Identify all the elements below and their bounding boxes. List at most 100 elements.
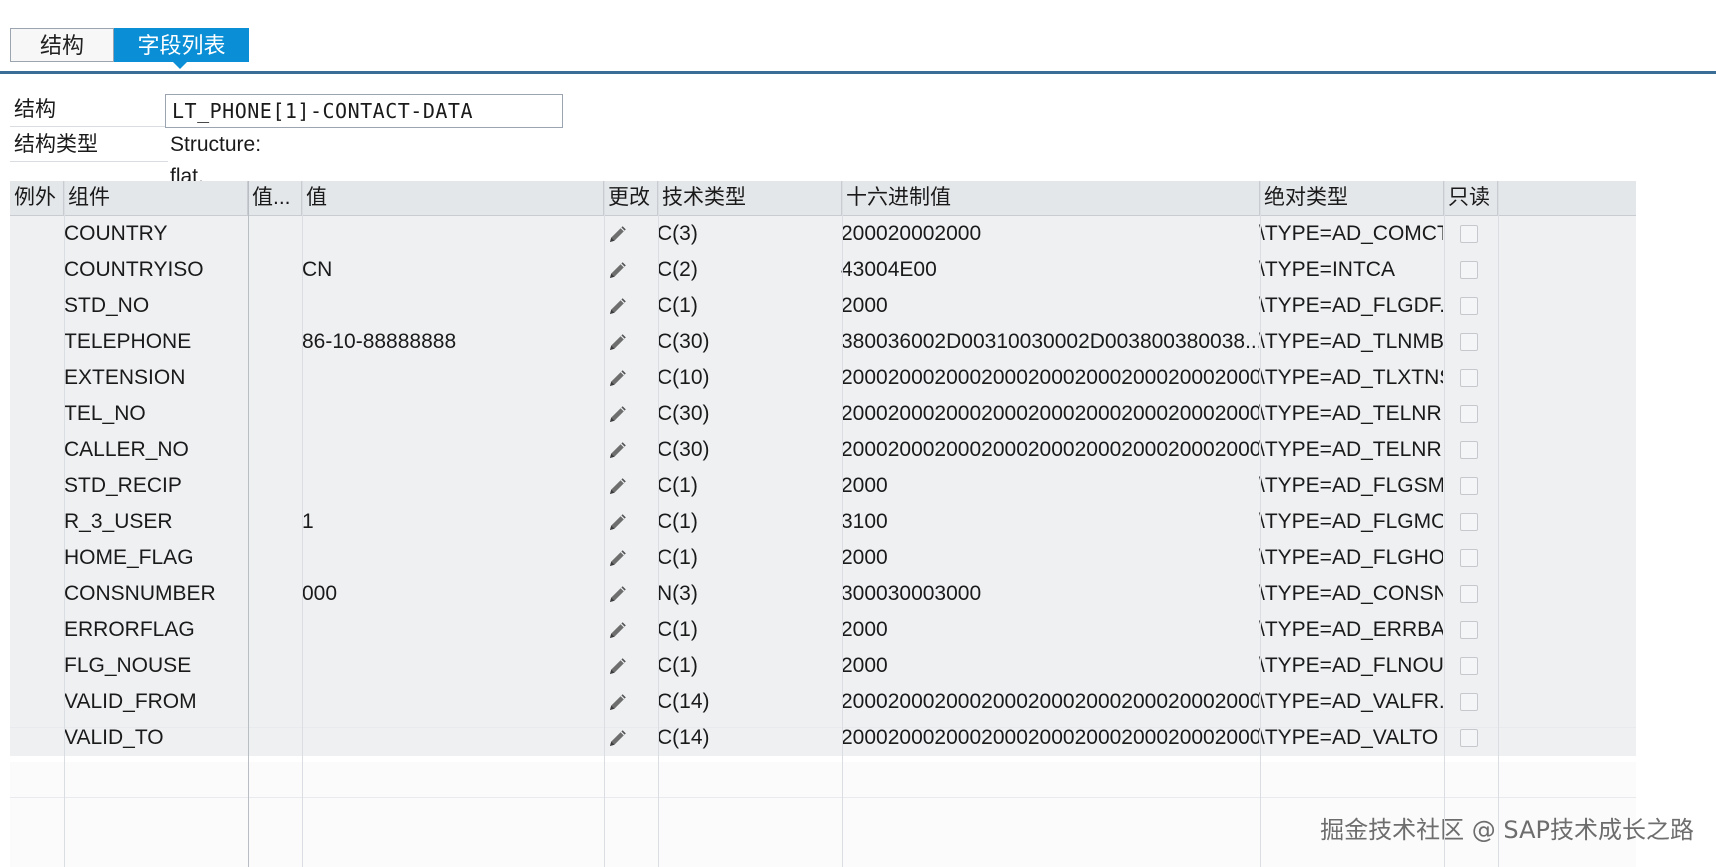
grid-column-divider xyxy=(1260,181,1261,867)
cell-value[interactable] xyxy=(302,360,604,396)
pencil-icon[interactable] xyxy=(607,657,627,677)
read-only-checkbox[interactable] xyxy=(1460,369,1478,387)
cell-component: TELEPHONE xyxy=(64,330,192,353)
col-value-short[interactable]: 值... xyxy=(248,181,302,215)
read-only-checkbox[interactable] xyxy=(1460,225,1478,243)
read-only-checkbox[interactable] xyxy=(1460,405,1478,423)
tab-field-list[interactable]: 字段列表 xyxy=(114,28,249,69)
col-exception[interactable]: 例外 xyxy=(10,181,64,215)
read-only-checkbox[interactable] xyxy=(1460,513,1478,531)
cell-value[interactable]: 86-10-88888888 xyxy=(302,324,604,360)
col-hex-value[interactable]: 十六进制值 xyxy=(842,181,1260,215)
pencil-icon[interactable] xyxy=(607,729,627,749)
cell-value[interactable] xyxy=(302,396,604,432)
table-row[interactable]: VALID_FROM C(14) 2000200020002000200020002… xyxy=(10,684,1636,720)
cell-value[interactable] xyxy=(302,612,604,648)
cell-hex-value: 300030003000 xyxy=(841,582,982,605)
table-row[interactable]: CONSNUMBER 000 N(3) 300030003000 \TYPE=AD_CO… xyxy=(10,576,1636,612)
cell-component: CALLER_NO xyxy=(64,438,189,461)
cell-value[interactable] xyxy=(302,684,604,720)
table-row[interactable]: STD_NO C(1) 2000 \TYPE=AD_FLGDF... xyxy=(10,288,1636,324)
grid-column-divider xyxy=(1444,181,1445,867)
table-row[interactable]: STD_RECIP C(1) 2000 \TYPE=AD_FLGSMS xyxy=(10,468,1636,504)
cell-component: ERRORFLAG xyxy=(64,618,195,641)
pencil-icon[interactable] xyxy=(607,369,627,389)
cell-value[interactable] xyxy=(302,216,604,252)
cell-hex-value: 20002000200020002000200020002000200020..… xyxy=(841,402,1259,425)
grid-column-divider xyxy=(248,181,249,867)
pencil-icon[interactable] xyxy=(607,405,627,425)
read-only-checkbox[interactable] xyxy=(1460,477,1478,495)
cell-value[interactable] xyxy=(302,288,604,324)
read-only-checkbox[interactable] xyxy=(1460,549,1478,567)
pencil-icon[interactable] xyxy=(607,441,627,461)
read-only-checkbox[interactable] xyxy=(1460,693,1478,711)
cell-absolute-type: \TYPE=AD_FLNOU... xyxy=(1259,654,1443,677)
cell-value[interactable] xyxy=(302,648,604,684)
table-row[interactable]: FLG_NOUSE C(1) 2000 \TYPE=AD_FLNOU... xyxy=(10,648,1636,684)
cell-component: HOME_FLAG xyxy=(64,546,194,569)
structure-input[interactable]: LT_PHONE[1]-CONTACT-DATA xyxy=(165,94,563,128)
table-row[interactable]: R_3_USER 1 C(1) 3100 \TYPE=AD_FLGMOB xyxy=(10,504,1636,540)
table-row[interactable]: TEL_NO C(30) 20002000200020002000200020002… xyxy=(10,396,1636,432)
cell-tech-type: C(30) xyxy=(657,402,710,425)
pencil-icon[interactable] xyxy=(607,225,627,245)
pencil-icon[interactable] xyxy=(607,693,627,713)
cell-value[interactable] xyxy=(302,468,604,504)
read-only-checkbox[interactable] xyxy=(1460,261,1478,279)
read-only-checkbox[interactable] xyxy=(1460,585,1478,603)
field-list-grid: 例外 组件 值... 值 更改 技术类型 十六进制值 绝对类型 只读 COUNT… xyxy=(10,181,1636,756)
pencil-icon[interactable] xyxy=(607,513,627,533)
grid-column-divider xyxy=(604,181,605,867)
cell-absolute-type: \TYPE=INTCA xyxy=(1259,258,1395,281)
cell-hex-value: 20002000200020002000200020002000200020..… xyxy=(841,438,1259,461)
read-only-checkbox[interactable] xyxy=(1460,729,1478,747)
col-absolute-type[interactable]: 绝对类型 xyxy=(1260,181,1444,215)
grid-column-divider xyxy=(658,181,659,867)
col-read-only[interactable]: 只读 xyxy=(1444,181,1498,215)
table-row[interactable]: CALLER_NO C(30) 20002000200020002000200020… xyxy=(10,432,1636,468)
col-change[interactable]: 更改 xyxy=(604,181,658,215)
cell-value[interactable]: CN xyxy=(302,252,604,288)
cell-component: EXTENSION xyxy=(64,366,186,389)
col-tech-type[interactable]: 技术类型 xyxy=(658,181,842,215)
table-row[interactable]: COUNTRY C(3) 200020002000 \TYPE=AD_COMCT... xyxy=(10,216,1636,252)
pencil-icon[interactable] xyxy=(607,333,627,353)
read-only-checkbox[interactable] xyxy=(1460,441,1478,459)
cell-value[interactable]: 1 xyxy=(302,504,604,540)
cell-value[interactable] xyxy=(302,432,604,468)
tab-structure[interactable]: 结构 xyxy=(10,28,114,62)
col-value[interactable]: 值 xyxy=(302,181,604,215)
table-row[interactable]: COUNTRYISO CN C(2) 43004E00 \TYPE=INTCA xyxy=(10,252,1636,288)
cell-value[interactable] xyxy=(302,540,604,576)
table-row[interactable]: EXTENSION C(10) 20002000200020002000200020… xyxy=(10,360,1636,396)
table-row[interactable]: HOME_FLAG C(1) 2000 \TYPE=AD_FLGHO... xyxy=(10,540,1636,576)
col-component[interactable]: 组件 xyxy=(64,181,248,215)
tab-underline xyxy=(0,71,1716,74)
table-row[interactable]: ERRORFLAG C(1) 2000 \TYPE=AD_ERRBA... xyxy=(10,612,1636,648)
pencil-icon[interactable] xyxy=(607,261,627,281)
cell-absolute-type: \TYPE=AD_VALFR... xyxy=(1259,690,1443,713)
cell-absolute-type: \TYPE=AD_TLNMBR xyxy=(1259,330,1443,353)
cell-tech-type: C(1) xyxy=(657,546,698,569)
pencil-icon[interactable] xyxy=(607,477,627,497)
cell-absolute-type: \TYPE=AD_ERRBA... xyxy=(1259,618,1443,641)
read-only-checkbox[interactable] xyxy=(1460,333,1478,351)
read-only-checkbox[interactable] xyxy=(1460,297,1478,315)
cell-hex-value: 43004E00 xyxy=(841,258,937,281)
read-only-checkbox[interactable] xyxy=(1460,657,1478,675)
cell-tech-type: C(1) xyxy=(657,294,698,317)
pencil-icon[interactable] xyxy=(607,621,627,641)
table-row[interactable]: TELEPHONE 86-10-88888888 C(30) 380036002D00… xyxy=(10,324,1636,360)
read-only-checkbox[interactable] xyxy=(1460,621,1478,639)
tab-strip: 结构 字段列表 xyxy=(10,28,249,69)
cell-value[interactable]: 000 xyxy=(302,576,604,612)
cell-tech-type: C(1) xyxy=(657,654,698,677)
pencil-icon[interactable] xyxy=(607,585,627,605)
grid-column-divider xyxy=(1498,181,1499,867)
cell-value[interactable] xyxy=(302,720,604,756)
pencil-icon[interactable] xyxy=(607,549,627,569)
watermark-text: 掘金技术社区 @ SAP技术成长之路 xyxy=(1320,816,1694,844)
pencil-icon[interactable] xyxy=(607,297,627,317)
table-row[interactable]: VALID_TO C(14) 200020002000200020002000200… xyxy=(10,720,1636,756)
